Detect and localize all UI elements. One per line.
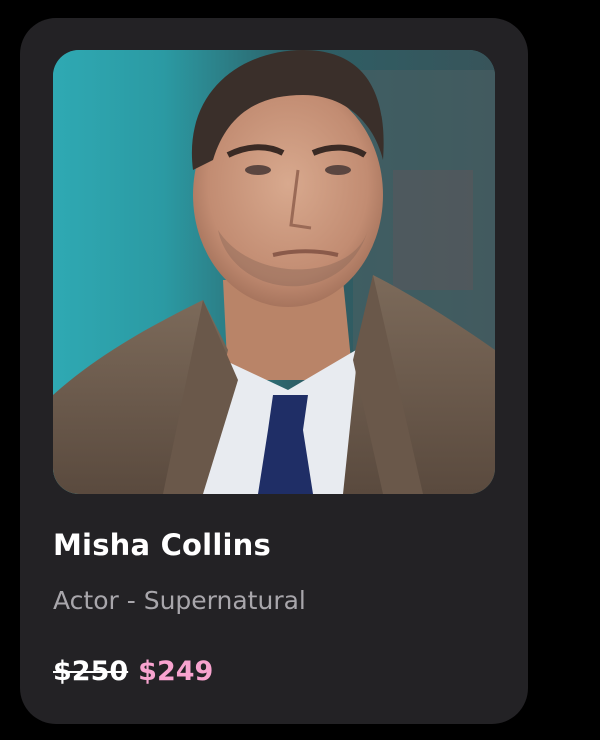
actor-portrait-photo	[53, 50, 495, 494]
original-price: $250	[53, 656, 129, 687]
actor-card[interactable]: Misha Collins Actor - Supernatural $250 $…	[20, 18, 528, 724]
actor-name: Misha Collins	[53, 528, 271, 562]
actor-role: Actor - Supernatural	[53, 586, 306, 615]
price-row: $250 $249	[53, 656, 213, 687]
actor-photo	[53, 50, 495, 494]
sale-price: $249	[138, 656, 214, 687]
